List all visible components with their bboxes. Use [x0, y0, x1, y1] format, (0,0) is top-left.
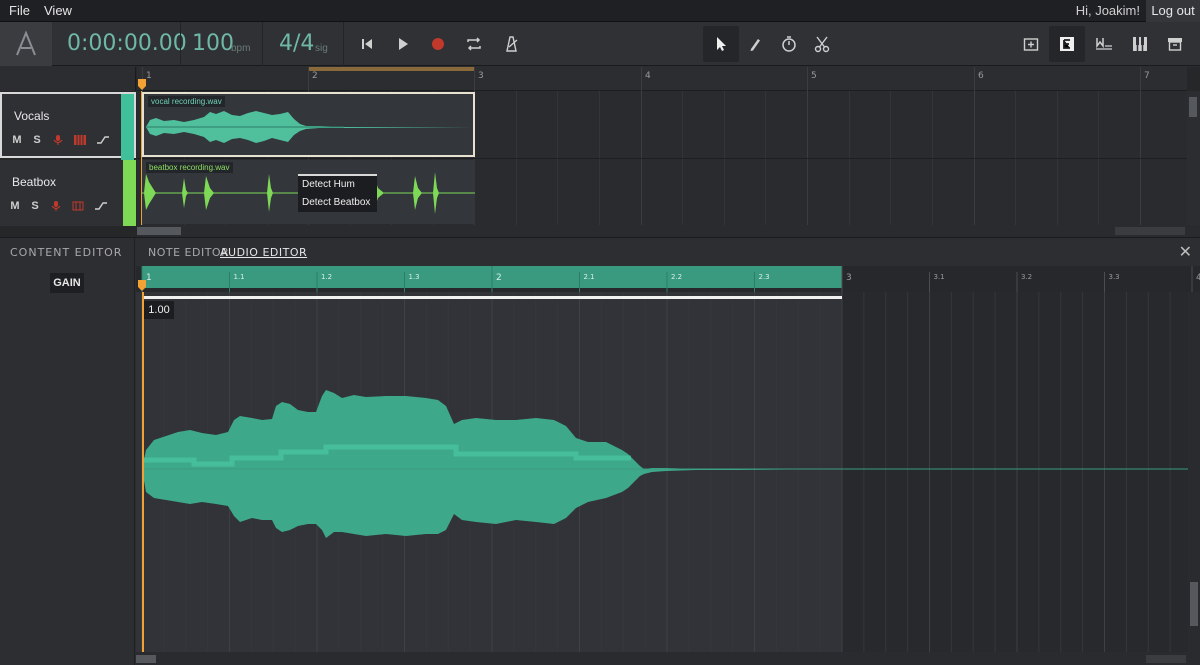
timer-icon[interactable] [777, 32, 801, 56]
tempo-unit: bpm [231, 43, 251, 54]
ruler-bar-6: 6 [978, 71, 984, 81]
editor-ruler-ticks: 1 1.1 1.2 1.3 2 2.1 2.2 2.3 3 3.1 3.2 3.3 4 [141, 266, 1200, 292]
menu-detect-beatbox[interactable]: Detect Beatbox [298, 194, 377, 212]
signature-value[interactable]: 4/4 [279, 31, 314, 56]
menu-detect-hum[interactable]: Detect Hum [298, 176, 377, 194]
audio-editor-canvas[interactable] [136, 292, 1200, 665]
editor-ruler-label: 3.3 [1109, 273, 1120, 281]
menu-bar: File View Hi, Joakim! Log out [0, 0, 1200, 22]
editor-ruler[interactable]: 1 1.1 1.2 1.3 2 2.1 2.2 2.3 3 3.1 3.2 3.3 4 [136, 266, 1200, 292]
menu-file[interactable]: File [9, 3, 30, 18]
ruler-bar-7: 7 [1144, 71, 1150, 81]
time-display[interactable]: 0:00:00.00 [67, 31, 187, 56]
ruler-bar-2: 2 [312, 71, 318, 81]
add-track-icon[interactable] [1019, 32, 1043, 56]
content-editor: CONTENT EDITOR GAIN NOTE EDITOR AUDIO ED… [0, 237, 1200, 665]
arrangement-view: 1 2 3 4 5 6 7 Vocals M S Beatbox M S voc… [0, 67, 1200, 237]
editor-ruler-label: 1.2 [321, 273, 332, 281]
editor-ruler-label: 3.1 [934, 273, 945, 281]
editor-icon[interactable] [1049, 26, 1085, 62]
editor-ruler-label: 3.2 [1021, 273, 1032, 281]
play-icon[interactable] [391, 32, 415, 56]
editor-ruler-label: 2.2 [671, 273, 682, 281]
editor-vscroll[interactable] [1188, 292, 1200, 652]
playhead-marker-icon[interactable] [137, 79, 147, 91]
content-editor-sidebar: CONTENT EDITOR GAIN [0, 238, 135, 665]
vertical-scrollbar[interactable] [1187, 91, 1200, 237]
gain-line[interactable] [142, 296, 842, 299]
loop-region[interactable] [308, 67, 474, 71]
piano-input-icon[interactable] [72, 200, 84, 212]
tab-note-editor[interactable]: NOTE EDITOR [148, 246, 229, 259]
playhead-line [141, 91, 142, 225]
logout-button[interactable]: Log out [1146, 0, 1200, 22]
piano-input-icon[interactable] [74, 134, 86, 146]
automation-icon[interactable] [96, 134, 110, 146]
mute-button[interactable]: M [10, 200, 20, 212]
track-name: Beatbox [12, 175, 57, 189]
tab-audio-editor[interactable]: AUDIO EDITOR [220, 246, 307, 259]
editor-ruler-label: 1.1 [234, 273, 245, 281]
user-greeting: Hi, Joakim! [1075, 3, 1140, 18]
editor-playhead-line [142, 292, 144, 665]
gain-value-label: 1.00 [144, 301, 174, 319]
context-menu: Detect Hum Detect Beatbox [298, 174, 377, 212]
editor-ruler-label: 2 [496, 273, 502, 283]
track-name: Vocals [14, 109, 50, 123]
track-color-strip [121, 94, 134, 160]
pencil-icon[interactable] [743, 32, 767, 56]
vocal-waveform [146, 111, 473, 143]
solo-button[interactable]: S [32, 134, 42, 146]
editor-ruler-label: 4 [1196, 273, 1200, 283]
pointer-icon[interactable] [703, 26, 739, 62]
tempo-value[interactable]: 100 [192, 31, 234, 56]
archive-icon[interactable] [1163, 32, 1187, 56]
piano-icon[interactable] [1128, 32, 1152, 56]
editor-ruler-label: 3 [846, 273, 852, 283]
ruler-bar-3: 3 [478, 71, 484, 81]
mute-button[interactable]: M [12, 134, 22, 146]
metronome-icon[interactable] [499, 32, 523, 56]
editor-tabs: NOTE EDITOR AUDIO EDITOR ✕ [136, 238, 1200, 266]
timeline-ruler[interactable]: 1 2 3 4 5 6 7 [137, 67, 1187, 91]
arrangement-grid[interactable]: vocal recording.wav beatbox recording.wa… [137, 91, 1187, 225]
skip-back-icon[interactable] [355, 32, 379, 56]
score-icon[interactable] [1092, 32, 1116, 56]
loop-icon[interactable] [462, 32, 486, 56]
track-color-strip [123, 160, 136, 226]
track-header-spacer [0, 67, 136, 91]
editor-playhead-marker-icon[interactable] [137, 280, 147, 292]
editor-hscroll[interactable] [136, 652, 1200, 665]
scissors-icon[interactable] [810, 32, 834, 56]
ruler-bar-4: 4 [645, 71, 651, 81]
track-header-vocals[interactable]: Vocals M S [0, 92, 136, 160]
app-logo [0, 22, 52, 66]
automation-icon[interactable] [94, 200, 108, 212]
editor-ruler-label: 2.1 [584, 273, 595, 281]
microphone-icon[interactable] [50, 200, 62, 212]
toolbar: 0:00:00.00 100 bpm 4/4 sig [0, 22, 1200, 66]
content-editor-title: CONTENT EDITOR [10, 246, 123, 259]
editor-waveform [142, 390, 1200, 538]
ruler-bar-5: 5 [811, 71, 817, 81]
vocal-clip[interactable]: vocal recording.wav [142, 92, 475, 157]
editor-ruler-label: 2.3 [759, 273, 770, 281]
close-icon[interactable]: ✕ [1179, 242, 1192, 262]
menu-view[interactable]: View [44, 3, 72, 18]
signature-unit: sig [315, 43, 328, 54]
gain-button[interactable]: GAIN [50, 273, 84, 293]
solo-button[interactable]: S [30, 200, 40, 212]
editor-ruler-label: 1.3 [409, 273, 420, 281]
track-header-beatbox[interactable]: Beatbox M S [0, 160, 136, 226]
microphone-icon[interactable] [52, 134, 64, 146]
horizontal-scrollbar[interactable] [137, 225, 1200, 237]
record-icon[interactable] [426, 32, 450, 56]
